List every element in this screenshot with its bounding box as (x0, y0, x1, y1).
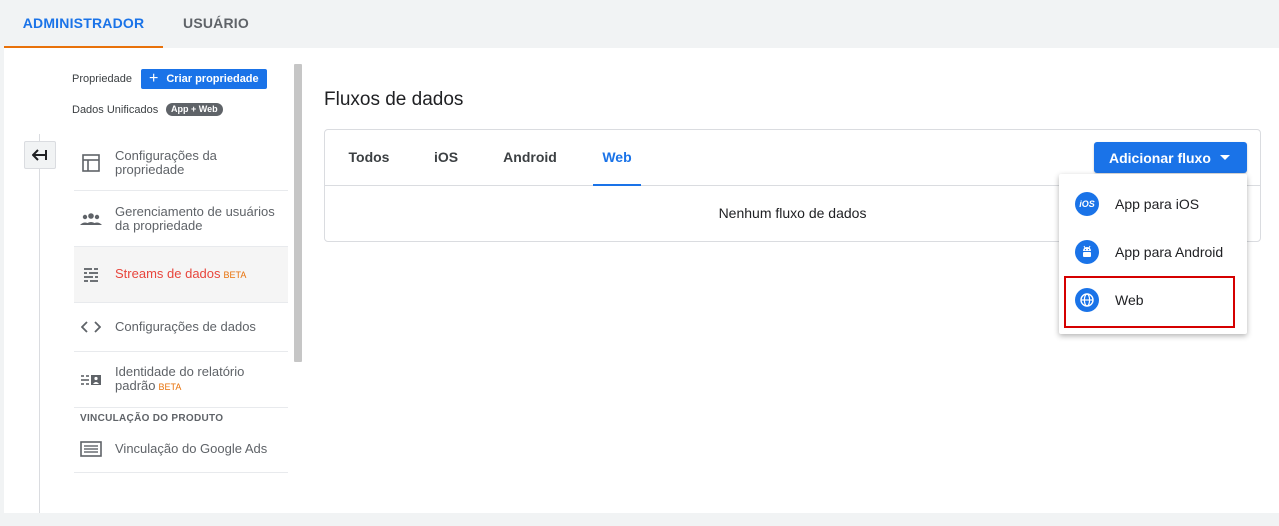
menu-item-web[interactable]: Web (1059, 276, 1247, 324)
plus-icon: + (149, 70, 159, 87)
streams-icon (80, 264, 102, 286)
tab-usuario[interactable]: USUÁRIO (165, 0, 267, 48)
unified-data-label: Dados Unificados (72, 104, 159, 116)
menu-item-label: App para iOS (1115, 196, 1200, 212)
sidebar-item-label: Gerenciamento de usuários da propriedade (115, 203, 275, 233)
menu-item-label: App para Android (1115, 244, 1224, 260)
sidebar-scrollbar[interactable] (294, 64, 302, 362)
tab-ios[interactable]: iOS (425, 130, 467, 186)
beta-badge: BETA (158, 382, 182, 392)
caret-down-icon (1220, 155, 1230, 160)
menu-item-android-app[interactable]: App para Android (1059, 228, 1247, 276)
code-icon (80, 316, 102, 338)
tab-administrador[interactable]: ADMINISTRADOR (4, 0, 163, 48)
menu-item-ios-app[interactable]: iOS App para iOS (1059, 180, 1247, 228)
section-heading-product-linking: VINCULAÇÃO DO PRODUTO (80, 413, 224, 424)
layout-icon (80, 152, 102, 174)
identity-icon (80, 369, 102, 391)
page-title: Fluxos de dados (324, 89, 464, 110)
sidebar-item-property-settings[interactable]: Configurações da propriedade (74, 135, 288, 191)
property-nav-list: Configurações da propriedade Gerenciamen… (74, 135, 288, 408)
ios-icon: iOS (1075, 192, 1099, 216)
sidebar-item-reporting-identity[interactable]: Identidade do relatório padrão BETA (74, 352, 288, 408)
back-arrow-icon (32, 149, 47, 161)
sidebar-item-label: Configurações da propriedade (115, 147, 217, 177)
create-property-label: Criar propriedade (166, 73, 259, 85)
sidebar-item-label: Vinculação do Google Ads (115, 441, 268, 456)
app-web-badge: App + Web (166, 103, 223, 116)
sidebar-divider-line (39, 134, 40, 513)
add-stream-button[interactable]: Adicionar fluxo (1094, 142, 1247, 173)
sidebar-item-data-streams[interactable]: Streams de dados BETA (74, 247, 288, 303)
admin-content-panel: Propriedade + Criar propriedade Dados Un… (4, 48, 1279, 513)
tab-android[interactable]: Android (497, 130, 563, 186)
tab-web[interactable]: Web (593, 130, 641, 186)
add-stream-label: Adicionar fluxo (1109, 149, 1211, 166)
people-icon (80, 208, 102, 230)
beta-badge: BETA (223, 270, 247, 280)
back-button[interactable] (24, 141, 56, 169)
ads-link-icon (80, 438, 102, 460)
menu-item-label: Web (1115, 292, 1144, 308)
sidebar-item-data-settings[interactable]: Configurações de dados (74, 303, 288, 352)
create-property-button[interactable]: + Criar propriedade (141, 69, 267, 89)
tab-todos[interactable]: Todos (339, 130, 399, 186)
add-stream-dropdown-menu: iOS App para iOS App para Android Web (1059, 174, 1247, 334)
sidebar-item-user-management[interactable]: Gerenciamento de usuários da propriedade (74, 191, 288, 247)
top-tab-bar: ADMINISTRADOR USUÁRIO (0, 0, 1279, 48)
sidebar-item-label: Streams de dados (115, 266, 221, 281)
sidebar-item-google-ads-linking[interactable]: Vinculação do Google Ads (74, 426, 288, 473)
property-label: Propriedade (72, 73, 132, 85)
sidebar-item-label: Configurações de dados (115, 319, 256, 334)
globe-icon (1075, 288, 1099, 312)
android-icon (1075, 240, 1099, 264)
